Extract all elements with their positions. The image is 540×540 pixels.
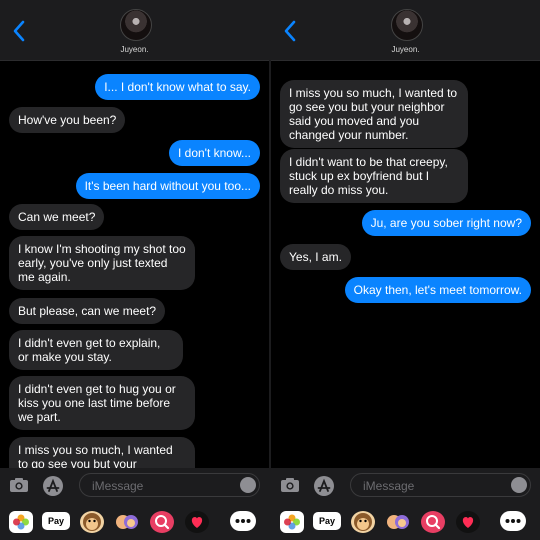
- more-dots-icon: [235, 519, 251, 523]
- apple-pay-label: Pay: [318, 516, 335, 526]
- contact-avatar[interactable]: [119, 9, 152, 41]
- audio-waveform-icon[interactable]: [240, 477, 256, 493]
- message-bubble-outgoing[interactable]: I don't know...: [168, 140, 260, 166]
- audio-waveform-icon[interactable]: [511, 477, 527, 493]
- apple-pay-label: Pay: [47, 516, 64, 526]
- conversation-header: Juyeon.: [271, 0, 540, 61]
- message-bubble-incoming[interactable]: I didn't even get to explain, or make yo…: [9, 330, 183, 370]
- imessage-field[interactable]: [350, 473, 531, 498]
- imessage-field[interactable]: [79, 473, 260, 498]
- message-bubble-incoming[interactable]: Can we meet?: [9, 204, 105, 230]
- message-input[interactable]: [90, 474, 234, 498]
- message-bubble-incoming[interactable]: I didn't want to be that creepy, stuck u…: [280, 149, 468, 203]
- app-store-icon[interactable]: [42, 475, 64, 497]
- memoji-stickers-icon[interactable]: [115, 511, 139, 533]
- more-dots-icon: [505, 519, 521, 523]
- app-drawer: Pay: [271, 504, 540, 540]
- camera-icon[interactable]: [9, 477, 29, 493]
- photos-app-icon[interactable]: [280, 511, 304, 533]
- image-search-icon[interactable]: [421, 511, 445, 533]
- conversation-panel-right: Juyeon. I miss you so much, I wanted to …: [271, 0, 540, 540]
- message-bubble-incoming[interactable]: But please, can we meet?: [9, 298, 166, 324]
- message-bubble-incoming[interactable]: Yes, I am.: [280, 244, 351, 270]
- more-apps-button[interactable]: [500, 511, 526, 531]
- message-bubble-outgoing[interactable]: It's been hard without you too...: [75, 173, 260, 199]
- message-thread[interactable]: I... I don't know what to say. How've yo…: [0, 60, 269, 468]
- back-chevron-icon[interactable]: [281, 18, 301, 44]
- message-bubble-incoming[interactable]: I miss you so much, I wanted to go see y…: [280, 80, 468, 148]
- message-bubble-outgoing[interactable]: I... I don't know what to say.: [95, 74, 260, 100]
- image-search-icon[interactable]: [150, 511, 174, 533]
- message-bubble-outgoing[interactable]: Ju, are you sober right now?: [361, 210, 531, 236]
- message-bubble-incoming[interactable]: I didn't even get to hug you or kiss you…: [9, 376, 195, 430]
- message-bubble-incoming[interactable]: I know I'm shooting my shot too early, y…: [9, 236, 195, 290]
- compose-bar: [271, 468, 540, 504]
- more-apps-button[interactable]: [230, 511, 256, 531]
- memoji-stickers-icon[interactable]: [386, 511, 410, 533]
- animoji-monkey-icon[interactable]: [80, 511, 104, 533]
- message-thread[interactable]: I miss you so much, I wanted to go see y…: [271, 60, 540, 468]
- message-bubble-incoming[interactable]: I miss you so much, I wanted to go see y…: [9, 437, 195, 468]
- compose-bar: [0, 468, 269, 504]
- apple-pay-app[interactable]: Pay: [42, 512, 70, 530]
- app-drawer: Pay: [0, 504, 269, 540]
- message-bubble-outgoing[interactable]: Okay then, let's meet tomorrow.: [344, 277, 531, 303]
- camera-icon[interactable]: [280, 477, 300, 493]
- photos-app-icon[interactable]: [9, 511, 33, 533]
- apple-pay-app[interactable]: Pay: [313, 512, 341, 530]
- digital-touch-icon[interactable]: [456, 511, 480, 533]
- contact-name[interactable]: Juyeon.: [271, 45, 540, 54]
- message-input[interactable]: [361, 474, 505, 498]
- animoji-monkey-icon[interactable]: [351, 511, 375, 533]
- digital-touch-icon[interactable]: [185, 511, 209, 533]
- conversation-panel-left: Juyeon. I... I don't know what to say. H…: [0, 0, 269, 540]
- conversation-header: Juyeon.: [0, 0, 269, 61]
- contact-name[interactable]: Juyeon.: [0, 45, 269, 54]
- back-chevron-icon[interactable]: [10, 18, 30, 44]
- contact-avatar[interactable]: [390, 9, 423, 41]
- message-bubble-incoming[interactable]: How've you been?: [9, 107, 126, 133]
- app-store-icon[interactable]: [313, 475, 335, 497]
